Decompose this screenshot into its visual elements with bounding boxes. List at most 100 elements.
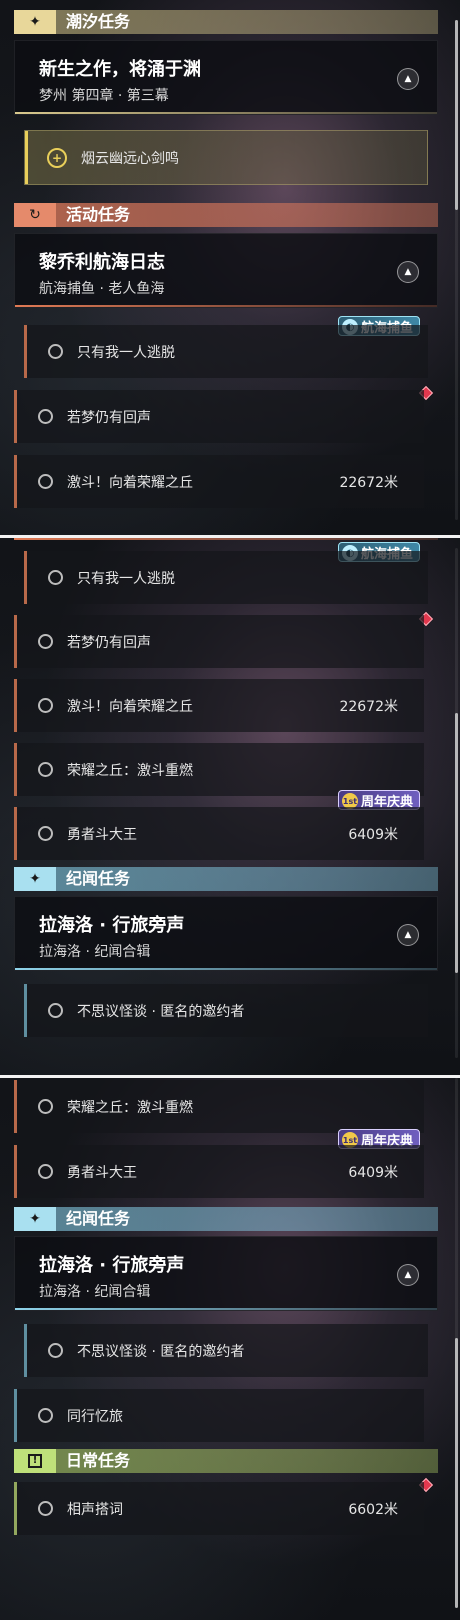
circle-icon xyxy=(38,1501,53,1516)
task-title: 激斗！向着荣耀之丘 xyxy=(67,698,193,715)
task-title: 不思议怪谈 · 匿名的邀约者 xyxy=(77,1003,245,1020)
task-accent-bar xyxy=(24,984,27,1037)
circle-icon xyxy=(38,826,53,841)
task-row[interactable]: 只有我一人逃脱 xyxy=(24,325,428,378)
triangle-up-icon[interactable]: ▲ xyxy=(397,68,419,90)
quest-underline xyxy=(15,968,437,970)
task-accent-bar xyxy=(14,455,17,508)
quest-title: 黎乔利航海日志 xyxy=(39,252,165,273)
task-distance: 22672米 xyxy=(339,698,398,715)
quest-card-lore[interactable]: 拉海洛 · 行旅旁声 拉海洛 · 纪闻合辑 ▲ xyxy=(14,1236,438,1311)
circle-icon xyxy=(38,409,53,424)
task-title: 同行忆旅 xyxy=(67,1408,123,1425)
triangle-up-icon[interactable]: ▲ xyxy=(397,261,419,283)
task-row[interactable]: 同行忆旅 xyxy=(14,1389,424,1442)
task-row[interactable]: 相声搭词 6602米 xyxy=(14,1482,424,1535)
task-title: 勇者斗大王 xyxy=(67,826,137,843)
task-title: 只有我一人逃脱 xyxy=(77,344,175,361)
task-accent-bar xyxy=(14,743,17,796)
task-accent-bar xyxy=(24,325,27,378)
quest-card-tide[interactable]: 新生之作，将涌于渊 梦州 第四章 · 第三幕 ▲ xyxy=(14,40,438,115)
plus-circle-icon: + xyxy=(47,147,67,168)
category-label: 潮汐任务 xyxy=(56,10,438,34)
task-title: 勇者斗大王 xyxy=(67,1164,137,1181)
scrollbar-thumb[interactable] xyxy=(455,1338,458,1608)
quest-subtitle: 拉海洛 · 纪闻合辑 xyxy=(39,944,151,960)
category-tide-quests[interactable]: ✦ 潮汐任务 xyxy=(14,10,438,34)
circle-icon xyxy=(38,698,53,713)
task-distance: 6409米 xyxy=(348,1164,398,1181)
task-accent-bar xyxy=(14,1389,17,1442)
quest-subtitle: 拉海洛 · 纪闻合辑 xyxy=(39,1284,151,1300)
sparkle-icon: ✦ xyxy=(14,10,56,34)
quest-title: 新生之作，将涌于渊 xyxy=(39,59,201,80)
task-title: 若梦仍有回声 xyxy=(67,409,151,426)
task-row[interactable]: 荣耀之丘：激斗重燃 xyxy=(14,743,424,796)
category-daily-quests[interactable]: ! 日常任务 xyxy=(14,1449,438,1473)
task-accent-bar xyxy=(25,131,28,184)
task-row[interactable]: 不思议怪谈 · 匿名的邀约者 xyxy=(24,1324,428,1377)
quest-panel-bottom: 荣耀之丘：激斗重燃 1st 周年庆典 勇者斗大王 6409米 ✦ 纪闻任务 拉海… xyxy=(0,1078,460,1620)
scrollbar-track[interactable] xyxy=(455,548,458,1058)
category-event-quests[interactable]: ↻ 活动任务 xyxy=(14,203,438,227)
quest-title: 拉海洛 · 行旅旁声 xyxy=(39,1255,185,1276)
category-label: 活动任务 xyxy=(56,203,438,227)
quest-subtitle: 航海捕鱼 · 老人鱼海 xyxy=(39,281,165,297)
quest-card-lore[interactable]: 拉海洛 · 行旅旁声 拉海洛 · 纪闻合辑 ▲ xyxy=(14,896,438,971)
category-label: 纪闻任务 xyxy=(56,1207,438,1231)
quest-underline xyxy=(15,305,437,307)
quest-subtitle: 梦州 第四章 · 第三幕 xyxy=(39,88,169,104)
scrollbar-thumb[interactable] xyxy=(455,713,458,973)
scrollbar-thumb[interactable] xyxy=(455,20,458,210)
task-accent-bar xyxy=(14,1080,17,1133)
task-title: 荣耀之丘：激斗重燃 xyxy=(67,762,193,779)
task-distance: 6409米 xyxy=(348,826,398,843)
task-row[interactable]: 不思议怪谈 · 匿名的邀约者 xyxy=(24,984,428,1037)
category-lore-quests[interactable]: ✦ 纪闻任务 xyxy=(14,1207,438,1231)
task-accent-bar xyxy=(14,390,17,443)
sparkle-icon: ✦ xyxy=(14,867,56,891)
category-label: 纪闻任务 xyxy=(56,867,438,891)
task-row[interactable]: 只有我一人逃脱 xyxy=(24,551,428,604)
sparkle-icon: ✦ xyxy=(14,1207,56,1231)
quest-underline xyxy=(14,538,438,540)
tracked-task-row[interactable]: + 烟云幽远心剑鸣 xyxy=(24,130,428,185)
task-title: 荣耀之丘：激斗重燃 xyxy=(67,1099,193,1116)
task-accent-bar xyxy=(14,1145,17,1198)
task-title: 只有我一人逃脱 xyxy=(77,570,175,587)
scrollbar-track[interactable] xyxy=(455,20,458,520)
task-row[interactable]: 荣耀之丘：激斗重燃 xyxy=(14,1080,424,1133)
exclamation-icon: ! xyxy=(14,1449,56,1473)
quest-title: 拉海洛 · 行旅旁声 xyxy=(39,915,185,936)
circle-icon xyxy=(38,762,53,777)
quest-underline xyxy=(15,112,437,114)
circle-icon xyxy=(38,474,53,489)
task-title: 烟云幽远心剑鸣 xyxy=(81,150,179,167)
circle-icon xyxy=(38,634,53,649)
category-label: 日常任务 xyxy=(56,1449,438,1473)
task-accent-bar xyxy=(14,615,17,668)
task-accent-bar xyxy=(14,679,17,732)
quest-card-event[interactable]: 黎乔利航海日志 航海捕鱼 · 老人鱼海 ▲ xyxy=(14,233,438,308)
task-row[interactable]: 激斗！向着荣耀之丘 22672米 xyxy=(14,455,424,508)
task-row[interactable]: 若梦仍有回声 xyxy=(14,390,424,443)
circle-icon xyxy=(38,1164,53,1179)
circle-icon xyxy=(48,1003,63,1018)
task-distance: 22672米 xyxy=(339,474,398,491)
circle-icon xyxy=(48,570,63,585)
task-title: 相声搭词 xyxy=(67,1501,123,1518)
task-accent-bar xyxy=(24,1324,27,1377)
task-title: 激斗！向着荣耀之丘 xyxy=(67,474,193,491)
task-row[interactable]: 激斗！向着荣耀之丘 22672米 xyxy=(14,679,424,732)
triangle-up-icon[interactable]: ▲ xyxy=(397,1264,419,1286)
task-accent-bar xyxy=(14,1482,17,1535)
task-row[interactable]: 勇者斗大王 6409米 xyxy=(14,807,424,860)
circle-icon xyxy=(38,1408,53,1423)
task-row[interactable]: 若梦仍有回声 xyxy=(14,615,424,668)
category-lore-quests[interactable]: ✦ 纪闻任务 xyxy=(14,867,438,891)
triangle-up-icon[interactable]: ▲ xyxy=(397,924,419,946)
task-row[interactable]: 勇者斗大王 6409米 xyxy=(14,1145,424,1198)
circle-icon xyxy=(38,1099,53,1114)
task-title: 若梦仍有回声 xyxy=(67,634,151,651)
scrollbar-track[interactable] xyxy=(455,1078,458,1608)
